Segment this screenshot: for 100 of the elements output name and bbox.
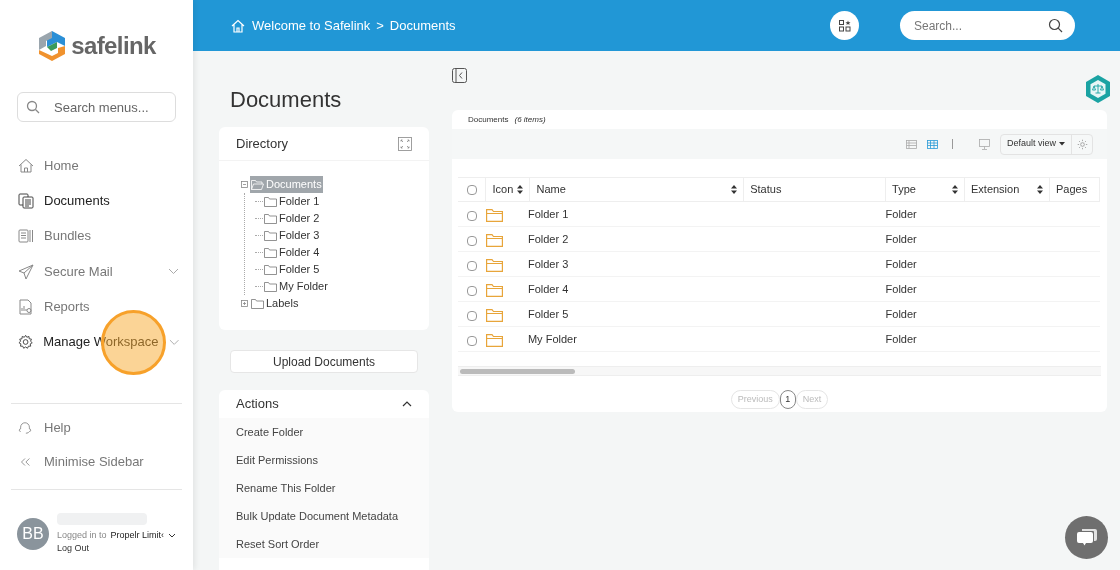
folder-icon [264,264,277,275]
search-field[interactable]: Search menus... [17,92,176,122]
folder-icon [485,334,503,347]
checkbox[interactable] [467,286,477,296]
nav-label: Secure Mail [44,262,114,281]
chat-bubbles-icon [1075,527,1098,548]
tree-item[interactable]: Folder 3 [263,227,321,244]
chevron-down-icon [168,338,179,346]
checkbox[interactable] [467,311,477,321]
sort-icon[interactable] [731,185,738,194]
nav-item[interactable]: Secure Mail [0,253,193,290]
table-cell: Folder 2 [527,233,569,245]
headset-icon [18,420,32,435]
column-header[interactable]: Pages [1055,181,1088,198]
chevron-up-icon[interactable] [402,401,412,407]
table-cell: Folder [885,208,917,220]
grid-star-icon [838,19,851,32]
expand-icon[interactable] [398,136,412,151]
tree-item[interactable]: Folder 1 [263,193,321,210]
breadcrumb-separator: > [376,16,384,35]
folder-icon [264,281,277,292]
chevron-down-icon [168,268,179,276]
scrollbar-thumb[interactable] [460,368,575,374]
item-count: (6 items) [514,113,546,126]
nav-item[interactable]: Bundles [0,218,193,254]
gear-icon [18,334,34,351]
table-cell: Folder 1 [527,208,569,220]
folder-icon [264,230,277,241]
column-header[interactable]: Name [536,181,566,198]
chat-button[interactable] [1065,516,1108,559]
folder-icon [251,298,264,309]
sort-icon[interactable] [952,185,958,194]
tree-item[interactable]: Folder 4 [263,244,321,261]
tree-item[interactable]: Folder 5 [263,261,321,278]
caret-icon [1059,141,1065,146]
tree-item[interactable]: Folder 2 [263,210,321,227]
table-cell: Folder [885,258,917,270]
checkbox[interactable] [467,236,477,246]
grid-view-icon[interactable] [926,138,938,150]
table-cell: Folder 5 [527,308,569,320]
hexagon-badge-icon [1084,74,1112,104]
nav-item[interactable]: Minimise Sidebar [0,444,193,479]
checkbox[interactable] [466,184,477,195]
nav-item[interactable]: Home [0,148,193,184]
folder-icon [264,196,277,207]
action-link[interactable]: Rename This Folder [219,474,429,502]
action-link[interactable]: Reset Sort Order [219,530,429,558]
sort-icon[interactable] [517,185,524,194]
column-header[interactable]: Extension [971,181,1020,198]
logout-link[interactable]: Log Out [57,542,177,556]
action-link[interactable]: Bulk Update Document Metadata [219,502,429,530]
collapse-panel-icon[interactable] [452,68,467,83]
folder-icon [485,309,503,322]
settings-icon [1076,138,1088,150]
folder-icon [264,213,277,224]
checkbox[interactable] [467,211,477,221]
nav-item[interactable]: Documents [0,183,193,219]
search-icon [1048,18,1063,33]
organisation-select[interactable]: Propelr Limit‹ [110,528,165,543]
nav-label: Home [44,156,80,175]
tree-item[interactable]: My Folder [263,278,329,295]
checkbox[interactable] [467,336,477,346]
logo-text: safelink [71,31,156,61]
list-view-icon[interactable] [905,138,917,150]
nav-item[interactable]: Manage Workspace [0,324,193,360]
upload-button[interactable]: Upload Documents [230,350,418,373]
action-link[interactable]: Create Folder [219,418,429,446]
panel-title: Directory [236,134,288,153]
logged-in-label: Logged in to [57,528,107,542]
monitor-icon[interactable] [978,138,990,150]
tree-item[interactable]: Labels [250,295,300,312]
column-header[interactable]: Icon [492,181,514,198]
home-icon [18,157,34,174]
nav-label: Help [44,419,71,438]
search-field[interactable]: Search... [900,11,1075,40]
card-title: Documents [468,113,509,126]
nav-item[interactable]: Reports [0,289,193,325]
folder-icon [485,284,503,297]
sort-icon[interactable] [1036,185,1043,194]
folder-icon [264,247,277,258]
column-header[interactable]: Status [750,181,782,198]
search-icon [26,100,40,114]
table-cell: Folder 3 [527,258,569,270]
nav-label: Minimise Sidebar [44,453,144,472]
logo-icon [37,30,68,62]
checkbox[interactable] [467,261,477,271]
expand-icon[interactable] [241,300,248,307]
table-cell: Folder [885,308,917,320]
nav-label: Documents [44,192,111,211]
nav-item[interactable]: Help [0,410,193,445]
nav-label: Reports [44,298,91,317]
home-icon[interactable] [231,18,245,33]
documents-icon [18,192,34,209]
paper-plane-icon [18,263,34,280]
folder-icon [485,209,503,222]
nav-label: Manage Workspace [43,333,159,352]
collapse-icon[interactable] [241,181,248,188]
column-header[interactable]: Type [892,181,916,198]
action-link[interactable]: Edit Permissions [219,446,429,474]
apps-button[interactable] [830,11,859,40]
